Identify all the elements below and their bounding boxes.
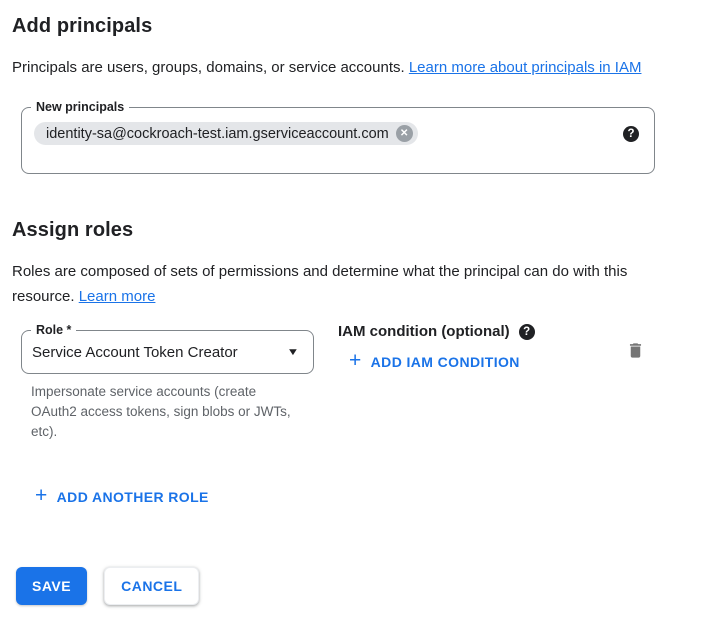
chip-remove-icon[interactable]: ✕ [396, 125, 413, 142]
save-button[interactable]: SAVE [16, 567, 87, 605]
plus-icon: + [35, 488, 48, 504]
footer-actions: SAVE CANCEL [16, 567, 701, 605]
role-helper-text: Impersonate service accounts (create OAu… [31, 382, 303, 442]
add-another-role-label: ADD ANOTHER ROLE [57, 489, 209, 505]
role-row: Role * Service Account Token Creator ▼ I… [21, 330, 655, 442]
roles-description: Roles are composed of sets of permission… [12, 259, 637, 309]
iam-condition-label-row: IAM condition (optional) ? [338, 323, 626, 340]
add-another-role-button[interactable]: + ADD ANOTHER ROLE [35, 489, 209, 505]
principals-description-text: Principals are users, groups, domains, o… [12, 59, 409, 76]
role-column: Role * Service Account Token Creator ▼ I… [21, 330, 314, 442]
add-principals-panel: Add principals Principals are users, gro… [0, 0, 713, 605]
role-select-value: Service Account Token Creator [32, 344, 238, 361]
add-iam-condition-button[interactable]: + ADD IAM CONDITION [349, 354, 520, 370]
iam-condition-column: IAM condition (optional) ? + ADD IAM CON… [338, 323, 626, 372]
delete-role-button[interactable] [626, 340, 645, 361]
add-iam-condition-label: ADD IAM CONDITION [371, 354, 520, 370]
role-select[interactable]: Role * Service Account Token Creator ▼ [21, 330, 314, 374]
iam-condition-label: IAM condition (optional) [338, 323, 510, 340]
chevron-down-icon: ▼ [287, 347, 300, 358]
learn-more-roles-link[interactable]: Learn more [79, 288, 156, 305]
iam-condition-help-icon[interactable]: ? [519, 324, 535, 340]
learn-more-principals-link[interactable]: Learn more about principals in IAM [409, 59, 642, 76]
principals-description: Principals are users, groups, domains, o… [12, 55, 684, 80]
trash-icon [626, 340, 645, 361]
cancel-button[interactable]: CANCEL [104, 567, 199, 605]
new-principals-label: New principals [31, 99, 129, 116]
principal-chip: identity-sa@cockroach-test.iam.gservicea… [34, 122, 418, 145]
assign-roles-title: Assign roles [12, 219, 701, 242]
principals-help-icon[interactable]: ? [623, 126, 639, 142]
new-principals-field[interactable]: New principals identity-sa@cockroach-tes… [21, 107, 655, 174]
principal-chip-value: identity-sa@cockroach-test.iam.gservicea… [46, 126, 389, 142]
page-title: Add principals [12, 15, 701, 38]
plus-icon: + [349, 353, 362, 369]
role-select-label: Role * [31, 322, 76, 339]
